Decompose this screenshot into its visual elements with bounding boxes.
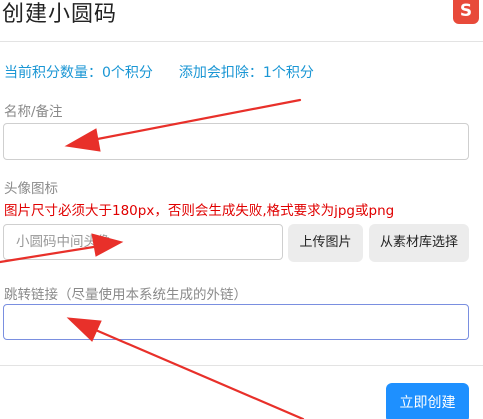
upload-image-button[interactable]: 上传图片 [288,224,363,262]
create-qrcode-page: 创建小圆码 S 当前积分数量：0个积分 添加会扣除：1个积分 名称/备注 头像图标… [0,0,483,419]
link-input[interactable] [3,304,469,340]
avatar-input[interactable] [3,224,283,260]
name-field-label: 名称/备注 [4,104,63,120]
avatar-field-label: 头像图标 [4,181,58,197]
link-field-label: 跳转链接（尽量使用本系统生成的外链） [4,287,247,303]
current-points-text: 当前积分数量：0个积分 [4,65,153,81]
select-from-library-button[interactable]: 从素材库选择 [369,224,469,262]
create-button[interactable]: 立即创建 [386,383,469,419]
sogou-logo-icon: S [453,0,479,24]
page-title: 创建小圆码 [2,2,118,27]
header-divider [0,41,483,42]
footer-divider [0,365,483,366]
avatar-size-warning: 图片尺寸必须大于180px，否则会生成失败,格式要求为jpg或png [4,203,395,219]
points-info: 当前积分数量：0个积分 添加会扣除：1个积分 [4,62,314,82]
deduct-points-text: 添加会扣除：1个积分 [178,65,314,81]
name-input[interactable] [3,123,469,160]
